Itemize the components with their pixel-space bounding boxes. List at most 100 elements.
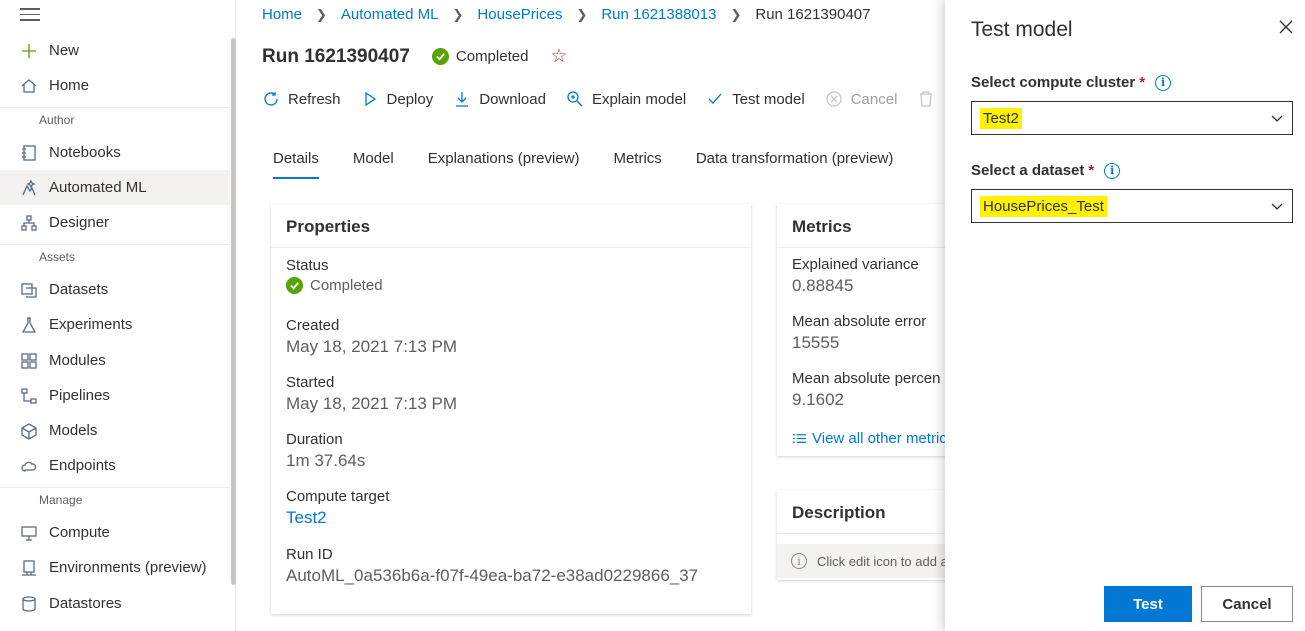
nav-item-endpoints[interactable]: Endpoints bbox=[0, 448, 230, 483]
automl-icon bbox=[20, 179, 38, 197]
nav-item-designer[interactable]: Designer bbox=[0, 205, 230, 240]
metric-label: Mean absolute error bbox=[792, 313, 927, 330]
download-label: Download bbox=[479, 90, 546, 108]
breadcrumb-home[interactable]: Home bbox=[262, 6, 302, 23]
modules-icon bbox=[20, 352, 38, 370]
star-icon[interactable]: ☆ bbox=[550, 45, 567, 68]
test-model-button[interactable]: Test model bbox=[706, 90, 805, 108]
nav-item-pipelines[interactable]: Pipelines bbox=[0, 378, 230, 413]
nav-item-label: Modules bbox=[49, 352, 106, 369]
nav-item-notebooks[interactable]: Notebooks bbox=[0, 135, 230, 170]
status-value-text: Completed bbox=[310, 277, 383, 294]
panel-title: Test model bbox=[971, 18, 1073, 41]
metric-label: Explained variance bbox=[792, 256, 919, 273]
plus-icon bbox=[20, 42, 38, 60]
page-title: Run 1621390407 bbox=[262, 45, 410, 67]
cancel-run-button[interactable]: Cancel bbox=[825, 90, 898, 108]
check-circle-icon bbox=[286, 277, 303, 294]
breadcrumb-current-run: Run 1621390407 bbox=[755, 6, 871, 23]
test-model-panel: Test model Select compute cluster * i Te… bbox=[945, 0, 1305, 631]
tab-bar: Details Model Explanations (preview) Met… bbox=[273, 150, 927, 179]
compute-cluster-select[interactable]: Test2 bbox=[971, 101, 1293, 135]
description-card: Description i Click edit icon to add a bbox=[777, 490, 945, 580]
left-nav: New Home Author Notebooks Automated ML D… bbox=[0, 0, 236, 631]
properties-card: Properties Status Completed Created May … bbox=[271, 204, 751, 614]
field-value: May 18, 2021 7:13 PM bbox=[286, 394, 458, 413]
chevron-down-icon bbox=[1271, 115, 1283, 122]
chevron-down-icon bbox=[1271, 203, 1283, 210]
nav-item-label: Pipelines bbox=[49, 387, 110, 404]
download-button[interactable]: Download bbox=[453, 90, 546, 108]
nav-item-models[interactable]: Models bbox=[0, 413, 230, 448]
status-value: Completed bbox=[286, 277, 383, 294]
nav-item-experiments[interactable]: Experiments bbox=[0, 307, 230, 342]
nav-item-label: New bbox=[49, 42, 80, 59]
view-all-metrics-link[interactable]: View all other metric bbox=[792, 430, 945, 447]
flask-icon bbox=[20, 316, 38, 334]
prop-status: Status Completed bbox=[286, 257, 383, 294]
nav-item-compute[interactable]: Compute bbox=[0, 515, 230, 550]
nav-item-label: Designer bbox=[49, 214, 110, 231]
tab-details[interactable]: Details bbox=[273, 150, 319, 179]
section-assets: Assets bbox=[39, 250, 76, 264]
cancel-button[interactable]: Cancel bbox=[1201, 586, 1293, 622]
nav-item-automated-ml[interactable]: Automated ML bbox=[0, 170, 230, 205]
prop-started: Started May 18, 2021 7:13 PM bbox=[286, 374, 457, 414]
compute-cluster-value: Test2 bbox=[980, 107, 1022, 129]
section-author: Author bbox=[39, 113, 75, 127]
nav-item-new[interactable]: New bbox=[0, 33, 230, 68]
compute-target-link[interactable]: Test2 bbox=[286, 508, 389, 528]
tab-data-transformation[interactable]: Data transformation (preview) bbox=[696, 150, 894, 177]
refresh-button[interactable]: Refresh bbox=[262, 90, 341, 108]
environment-icon bbox=[20, 559, 38, 577]
list-icon bbox=[792, 434, 807, 443]
nav-item-home[interactable]: Home bbox=[0, 68, 230, 103]
metric-value: 9.1602 bbox=[792, 390, 844, 409]
close-icon[interactable] bbox=[1278, 19, 1294, 35]
deploy-label: Deploy bbox=[386, 90, 434, 108]
download-icon bbox=[456, 92, 469, 107]
prop-created: Created May 18, 2021 7:13 PM bbox=[286, 317, 457, 357]
test-button[interactable]: Test bbox=[1104, 586, 1192, 622]
divider bbox=[0, 244, 230, 245]
deploy-button[interactable]: Deploy bbox=[361, 90, 434, 108]
metrics-card: Metrics Explained variance 0.88845 Mean … bbox=[777, 204, 945, 456]
field-label: Run ID bbox=[286, 546, 333, 563]
breadcrumb-parent-run[interactable]: Run 1621388013 bbox=[601, 6, 716, 23]
delete-button[interactable] bbox=[917, 90, 943, 108]
divider bbox=[0, 107, 230, 108]
dataset-select[interactable]: HousePrices_Test bbox=[971, 189, 1293, 223]
breadcrumb-automated-ml[interactable]: Automated ML bbox=[341, 6, 439, 23]
tab-explanations[interactable]: Explanations (preview) bbox=[428, 150, 580, 177]
compute-cluster-label: Select compute cluster * i bbox=[971, 74, 1172, 91]
metric-value: 0.88845 bbox=[792, 276, 854, 295]
nav-item-label: Endpoints bbox=[49, 457, 116, 474]
nav-item-datasets[interactable]: Datasets bbox=[0, 272, 230, 307]
field-value: May 18, 2021 7:13 PM bbox=[286, 337, 458, 356]
explain-model-button[interactable]: Explain model bbox=[566, 90, 686, 108]
tab-model[interactable]: Model bbox=[353, 150, 394, 177]
notebook-icon bbox=[20, 144, 38, 162]
checkmark-icon bbox=[708, 93, 722, 104]
breadcrumb-experiment[interactable]: HousePrices bbox=[477, 6, 562, 23]
nav-item-environments[interactable]: Environments (preview) bbox=[0, 550, 230, 585]
field-value: 1m 37.64s bbox=[286, 451, 366, 470]
nav-item-label: Automated ML bbox=[49, 179, 147, 196]
metric-value: 15555 bbox=[792, 333, 840, 352]
info-icon[interactable]: i bbox=[1104, 162, 1121, 179]
main-content: Home ❯ Automated ML ❯ HousePrices ❯ Run … bbox=[236, 0, 945, 631]
nav-item-datastores[interactable]: Datastores bbox=[0, 586, 230, 621]
field-label: Duration bbox=[286, 431, 343, 448]
toolbar: Refresh Deploy Download Explain model Te… bbox=[262, 90, 945, 108]
prop-compute-target: Compute target Test2 bbox=[286, 488, 389, 528]
nav-item-modules[interactable]: Modules bbox=[0, 343, 230, 378]
hamburger-menu-icon[interactable] bbox=[20, 8, 40, 22]
test-model-label: Test model bbox=[732, 90, 805, 108]
tab-metrics[interactable]: Metrics bbox=[613, 150, 661, 177]
cancel-run-label: Cancel bbox=[850, 90, 898, 108]
compute-cluster-label-text: Select compute cluster bbox=[971, 74, 1136, 91]
zoom-in-icon bbox=[567, 91, 583, 107]
info-icon[interactable]: i bbox=[1155, 74, 1172, 91]
nav-item-label: Datasets bbox=[49, 281, 109, 298]
metric-item: Mean absolute error 15555 bbox=[792, 313, 926, 353]
